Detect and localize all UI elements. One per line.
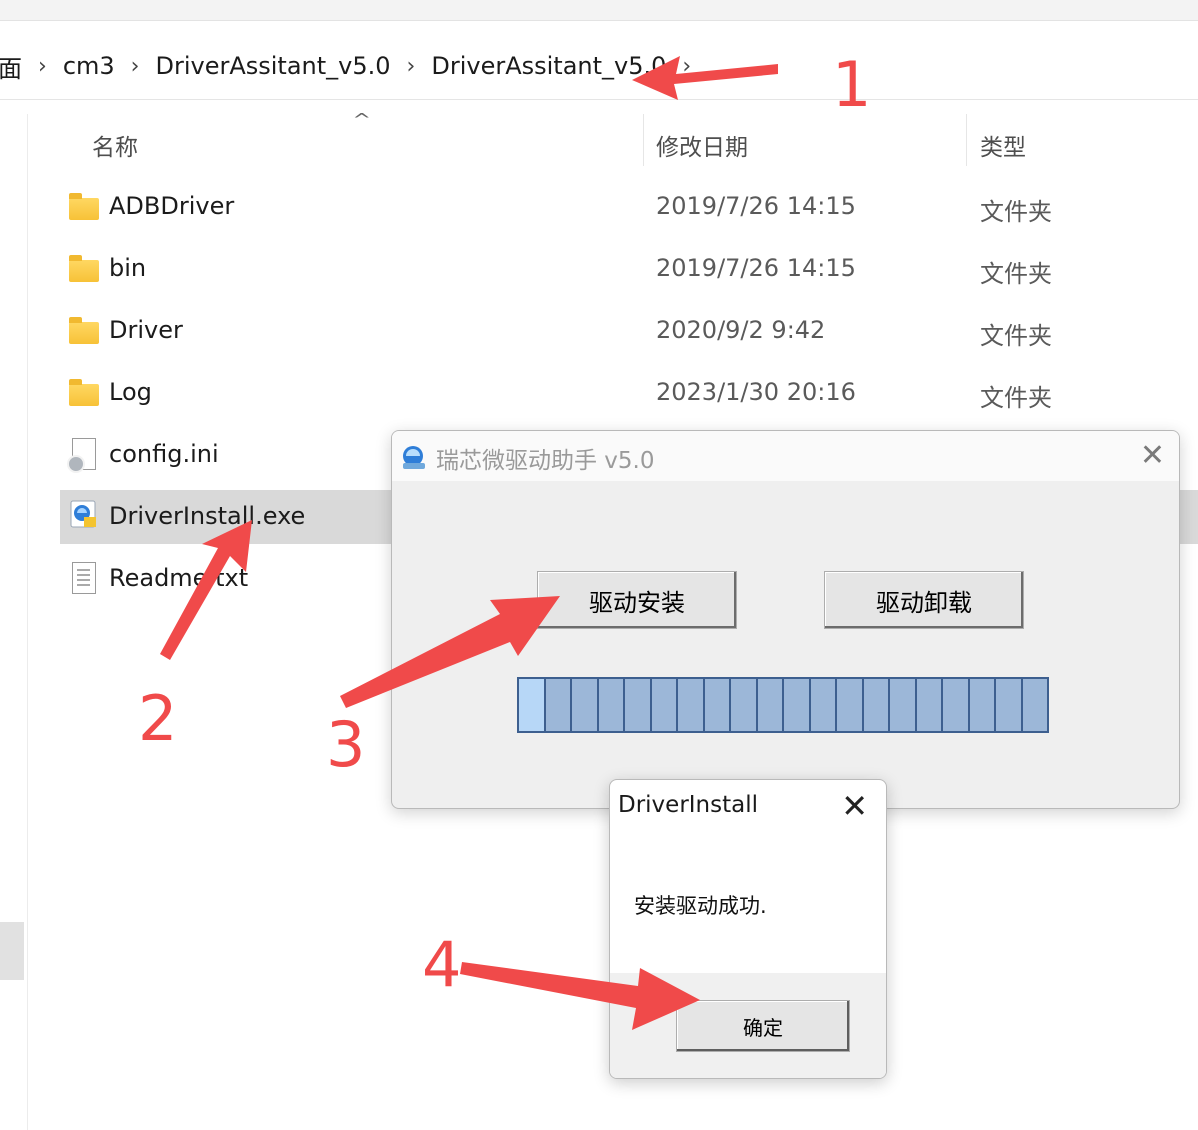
breadcrumb-item-cm3[interactable]: cm3 — [61, 52, 117, 80]
progress-segment — [545, 679, 572, 731]
step-number-3: 3 — [326, 708, 366, 781]
dialog-title-bar[interactable]: 瑞芯微驱动助手 v5.0 ✕ — [392, 431, 1179, 481]
progress-segment — [996, 679, 1023, 731]
progress-segment — [969, 679, 996, 731]
progress-segment — [678, 679, 705, 731]
chevron-right-icon[interactable]: › — [117, 54, 154, 79]
text-file-icon — [72, 562, 96, 594]
progress-segment — [837, 679, 864, 731]
column-divider[interactable] — [643, 114, 644, 166]
message-text: 安装驱动成功. — [634, 894, 767, 918]
file-name: bin — [109, 254, 147, 282]
uninstall-driver-button[interactable]: 驱动卸载 — [824, 571, 1024, 629]
folder-icon — [69, 193, 99, 220]
folder-icon — [69, 255, 99, 282]
progress-segment — [704, 679, 731, 731]
progress-segment — [890, 679, 917, 731]
step-number-1: 1 — [832, 48, 872, 121]
progress-segment — [784, 679, 811, 731]
sort-ascending-icon: ^ — [352, 110, 372, 129]
progress-segment — [625, 679, 652, 731]
address-bar[interactable]: 面 › cm3 › DriverAssitant_v5.0 › DriverAs… — [0, 33, 1198, 100]
chevron-right-icon[interactable]: › — [393, 54, 430, 79]
file-name: Readme.txt — [109, 564, 249, 592]
progress-segment — [519, 679, 546, 731]
breadcrumb: 面 › cm3 › DriverAssitant_v5.0 › DriverAs… — [0, 33, 705, 99]
nav-scrollbar-thumb[interactable] — [0, 922, 24, 980]
chevron-right-icon[interactable]: › — [668, 54, 705, 79]
file-date: 2019/7/26 14:15 — [656, 192, 856, 220]
progress-segment — [1022, 679, 1047, 731]
file-date: 2023/1/30 20:16 — [656, 378, 856, 406]
file-type: 文件夹 — [980, 260, 1052, 288]
file-row[interactable]: Log 2023/1/30 20:16 文件夹 — [60, 366, 1198, 420]
progress-segment — [598, 679, 625, 731]
column-divider[interactable] — [966, 114, 967, 166]
install-progress-bar — [517, 677, 1049, 733]
column-header-name[interactable]: 名称 — [92, 128, 138, 162]
file-name: config.ini — [109, 440, 219, 468]
progress-segment — [943, 679, 970, 731]
file-type: 文件夹 — [980, 384, 1052, 412]
progress-segment — [757, 679, 784, 731]
step-number-4: 4 — [422, 928, 462, 1001]
file-name: Driver — [109, 316, 183, 344]
folder-icon — [69, 379, 99, 406]
progress-segment — [572, 679, 599, 731]
exe-file-icon — [70, 500, 98, 530]
navigation-pane[interactable] — [0, 114, 28, 1130]
column-header-row: 名称 修改日期 类型 — [60, 114, 1198, 178]
breadcrumb-item-driverassitant-current[interactable]: DriverAssitant_v5.0 — [429, 52, 668, 80]
file-row[interactable]: Driver 2020/9/2 9:42 文件夹 — [60, 304, 1198, 358]
app-icon — [400, 444, 428, 472]
breadcrumb-item-driverassitant-parent[interactable]: DriverAssitant_v5.0 — [153, 52, 392, 80]
progress-segment — [916, 679, 943, 731]
progress-segment — [810, 679, 837, 731]
file-name: DriverInstall.exe — [109, 502, 306, 530]
message-box: DriverInstall ✕ 安装驱动成功. 确定 — [609, 779, 887, 1079]
file-date: 2020/9/2 9:42 — [656, 316, 826, 344]
progress-segment — [863, 679, 890, 731]
message-box-title: DriverInstall — [618, 792, 759, 818]
file-type: 文件夹 — [980, 198, 1052, 226]
file-name: ADBDriver — [109, 192, 235, 220]
driver-assistant-dialog: 瑞芯微驱动助手 v5.0 ✕ 驱动安装 驱动卸载 — [391, 430, 1180, 809]
column-header-type[interactable]: 类型 — [980, 128, 1026, 162]
settings-file-icon — [67, 438, 96, 473]
install-driver-button[interactable]: 驱动安装 — [537, 571, 737, 629]
progress-segment — [731, 679, 758, 731]
dialog-title: 瑞芯微驱动助手 v5.0 — [436, 448, 655, 474]
column-header-modified[interactable]: 修改日期 — [656, 128, 748, 162]
file-date: 2019/7/26 14:15 — [656, 254, 856, 282]
folder-icon — [69, 317, 99, 344]
step-number-2: 2 — [138, 682, 178, 755]
window-top-strip — [0, 0, 1198, 21]
close-icon[interactable]: ✕ — [841, 786, 868, 826]
file-name: Log — [109, 378, 152, 406]
file-row[interactable]: bin 2019/7/26 14:15 文件夹 — [60, 242, 1198, 296]
file-row[interactable]: ADBDriver 2019/7/26 14:15 文件夹 — [60, 180, 1198, 234]
chevron-right-icon[interactable]: › — [24, 54, 61, 79]
breadcrumb-item-desktop[interactable]: 面 — [0, 49, 24, 84]
file-type: 文件夹 — [980, 322, 1052, 350]
progress-segment — [651, 679, 678, 731]
close-icon[interactable]: ✕ — [1140, 437, 1165, 475]
ok-button[interactable]: 确定 — [676, 1000, 850, 1052]
